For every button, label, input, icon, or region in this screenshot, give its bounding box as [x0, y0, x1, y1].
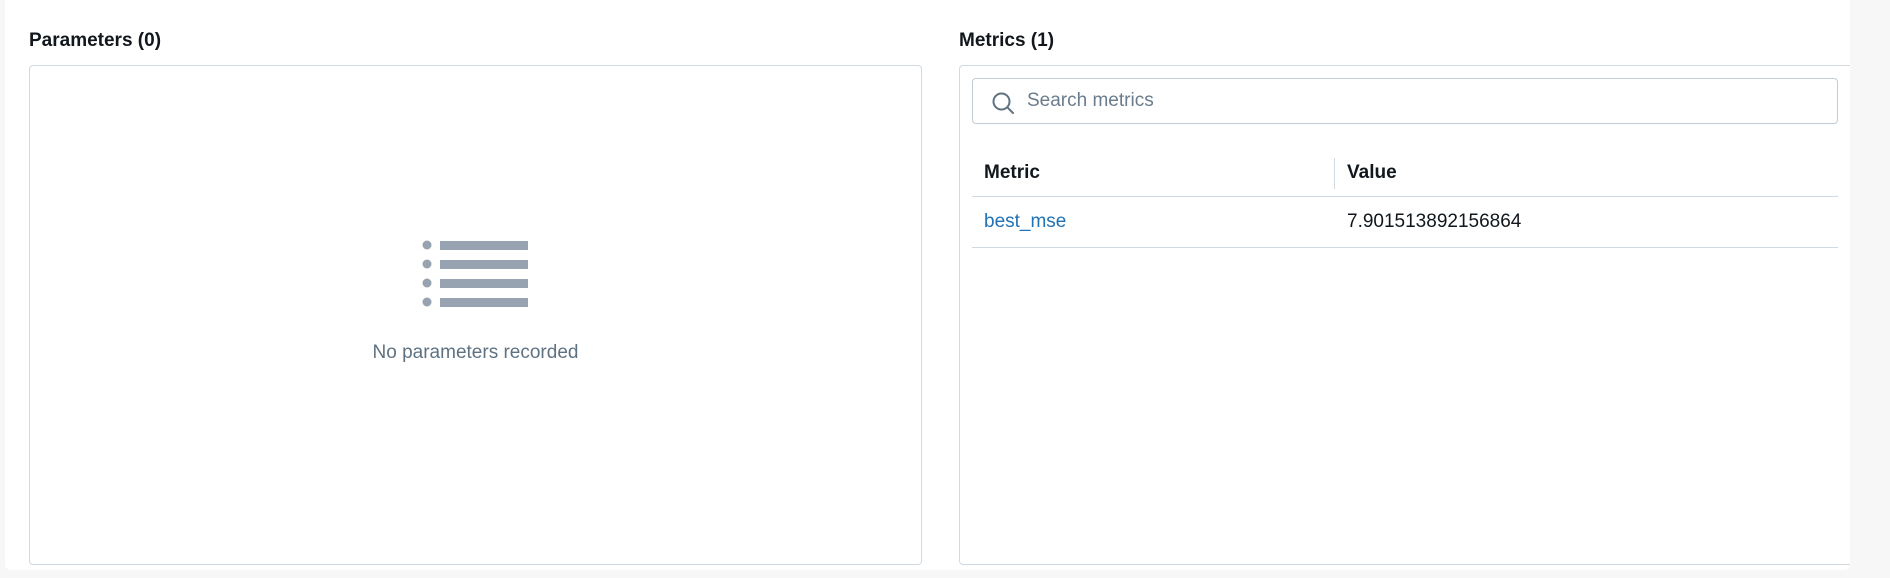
metric-value: 7.901513892156864	[1347, 211, 1522, 232]
parameters-empty-message: No parameters recorded	[372, 342, 579, 363]
metrics-search-box[interactable]	[972, 78, 1838, 124]
parameters-card: No parameters recorded	[29, 65, 922, 565]
metrics-table-header: Metric Value	[972, 149, 1838, 197]
parameters-empty-state: No parameters recorded	[30, 236, 921, 364]
column-header-value[interactable]: Value	[1347, 149, 1397, 196]
metrics-table: Metric Value best_mse 7.901513892156864	[972, 149, 1838, 248]
table-row: best_mse 7.901513892156864	[972, 197, 1838, 248]
metrics-card: Metric Value best_mse 7.901513892156864	[959, 65, 1850, 565]
search-icon	[992, 92, 1014, 114]
column-header-metric[interactable]: Metric	[984, 149, 1040, 196]
parameters-title: Parameters (0)	[29, 30, 162, 51]
metrics-search-input[interactable]	[1027, 79, 1817, 123]
run-details-panel: Parameters (0) No parameters recorded Me…	[5, 0, 1850, 570]
metrics-title: Metrics (1)	[959, 30, 1055, 51]
metric-name-link[interactable]: best_mse	[984, 197, 1066, 247]
column-resize-handle[interactable]	[1334, 158, 1335, 189]
list-icon	[422, 240, 528, 307]
